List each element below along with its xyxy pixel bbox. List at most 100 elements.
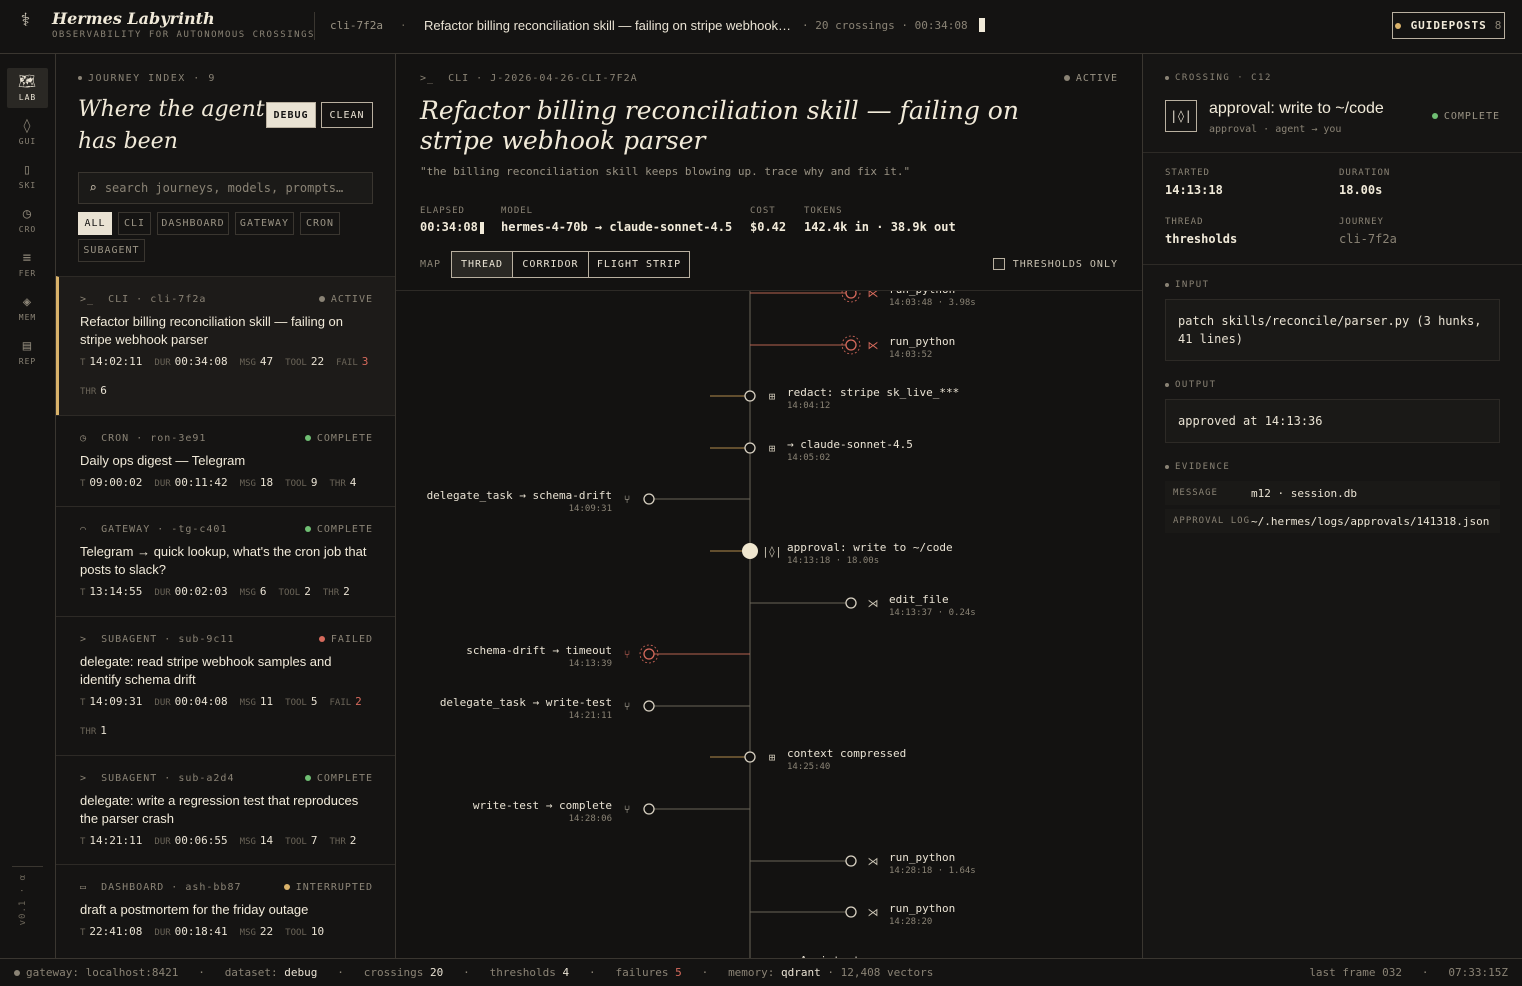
rail-item-lab[interactable]: 🗺︎ LAB: [7, 68, 48, 108]
subagent-icon: >: [80, 773, 88, 784]
output-box: approved at 14:13:36: [1165, 399, 1500, 443]
journey-card[interactable]: > SUBAGENT · sub-a2d4 COMPLETE delegate:…: [56, 755, 395, 864]
thresholds-only-toggle[interactable]: THRESHOLDS ONLY: [992, 258, 1118, 270]
rail-item-rep[interactable]: ▤ REP: [7, 332, 48, 372]
rail-item-fer[interactable]: ≡ FER: [7, 244, 48, 284]
node-icon: ⋉: [868, 339, 879, 352]
tab-thread[interactable]: THREAD: [451, 251, 513, 278]
node-label: redact: stripe sk_live_***: [787, 386, 959, 399]
filter-subagent[interactable]: SUBAGENT: [78, 239, 145, 262]
filter-dashboard[interactable]: DASHBOARD: [157, 212, 229, 235]
filter-cli[interactable]: CLI: [118, 212, 151, 235]
node-meta: 14:09:31: [569, 504, 612, 514]
mode-debug-button[interactable]: DEBUG: [266, 102, 316, 128]
timeline-node: [845, 906, 857, 918]
footer-gateway: gateway: localhost:8421: [26, 966, 179, 979]
clock-icon: ◷: [80, 433, 88, 444]
timeline-node: [643, 493, 655, 505]
book-icon: ▯: [22, 162, 33, 178]
rail-item-gui[interactable]: ◊ GUI: [7, 112, 48, 152]
status-badge: ACTIVE: [318, 294, 373, 305]
tab-corridor[interactable]: CORRIDOR: [512, 251, 589, 278]
journey-card[interactable]: ◷ CRON · ron-3e91 COMPLETE Daily ops dig…: [56, 415, 395, 506]
breadcrumb: >_ CLI · J-2026-04-26-CLI-7F2A: [420, 73, 638, 84]
divider: [1143, 264, 1522, 265]
map-icon: 🗺︎: [18, 74, 37, 90]
approval-icon: |◊|: [1165, 100, 1197, 132]
node-label: delegate_task → schema-drift: [427, 489, 612, 502]
checkbox[interactable]: [992, 258, 1005, 270]
rail-item-ski[interactable]: ▯ SKI: [7, 156, 48, 196]
node-label: edit_file: [889, 593, 949, 606]
app-subtitle: OBSERVABILITY FOR AUTONOMOUS CROSSINGS: [52, 30, 315, 40]
node-label: run_python: [889, 291, 955, 296]
gateway-icon: ⌒: [80, 524, 88, 535]
input-box: patch skills/reconcile/parser.py (3 hunk…: [1165, 299, 1500, 361]
evidence-row[interactable]: APPROVAL LOG ~/.hermes/logs/approvals/141…: [1165, 509, 1500, 533]
journey-metrics: T 22:41:08 DUR 00:18:41 MSG 22 TOOL 10: [80, 925, 325, 938]
journey-metrics: T 13:14:55 DUR 00:02:03 MSG 6 TOOL 2 THR 2: [80, 585, 350, 598]
node-label: run_python: [889, 902, 955, 915]
subagent-icon: >: [80, 634, 88, 645]
node-icon: ⋊: [868, 906, 879, 919]
search-placeholder: search journeys, models, prompts…: [104, 181, 344, 195]
journey-card[interactable]: ▭ DASHBOARD · ash-bb87 INTERRUPTED draft…: [56, 864, 395, 958]
status-badge: COMPLETE: [304, 773, 373, 784]
terminal-icon: >_: [420, 73, 435, 84]
node-meta: 14:13:39: [569, 659, 612, 669]
filter-gateway[interactable]: GATEWAY: [235, 212, 294, 235]
journey-card[interactable]: > SUBAGENT · sub-9c11 FAILED delegate: r…: [56, 616, 395, 755]
journey-index-header: JOURNEY INDEX · 9: [78, 73, 216, 84]
node-icon: ⋊: [868, 597, 879, 610]
stat-tokens: TOKENS 142.4k in · 38.9k out: [804, 206, 956, 234]
tab-flight-strip[interactable]: FLIGHT STRIP: [588, 251, 690, 278]
node-meta: 14:28:18 · 1.64s: [889, 866, 976, 876]
journey-detail-main: >_ CLI · J-2026-04-26-CLI-7F2A ACTIVE Re…: [396, 54, 1143, 958]
search-input[interactable]: ⌕ search journeys, models, prompts…: [78, 172, 373, 204]
document-icon: ▤: [22, 338, 33, 354]
node-label: delegate_task → write-test: [440, 696, 612, 709]
node-meta: 14:28:20: [889, 917, 932, 927]
journey-card[interactable]: ⌒ GATEWAY · -tg-c401 COMPLETE Telegram →…: [56, 506, 395, 616]
filter-all[interactable]: ALL: [78, 212, 112, 235]
divider: [12, 866, 43, 867]
nav-rail: 🗺︎ LAB ◊ GUI ▯ SKI ◷ CRO ≡ FER ◈ MEM ▤ REP v0.1…: [0, 54, 56, 958]
footer-memory: memory: qdrant · 12,408 vectors: [728, 966, 934, 979]
rail-item-cro[interactable]: ◷ CRO: [7, 200, 48, 240]
crossing-detail-panel: CROSSING · C12 |◊| approval: write to ~/…: [1143, 54, 1522, 958]
journey-title: delegate: write a regression test that r…: [80, 793, 359, 826]
status-badge: COMPLETE: [304, 433, 373, 444]
header-journey-title[interactable]: Refactor billing reconciliation skill — …: [424, 18, 791, 33]
mode-clean-button[interactable]: CLEAN: [321, 102, 373, 128]
input-label: INPUT: [1165, 280, 1210, 290]
node-label: → claude-sonnet-4.5: [787, 438, 913, 451]
journey-metrics: T 14:21:11 DUR 00:06:55 MSG 14 TOOL 7 THR 2: [80, 834, 357, 847]
header-journey-id[interactable]: cli-7f2a: [330, 19, 383, 32]
layers-icon: ◈: [22, 294, 33, 310]
header-stats: · 20 crossings · 00:34:08: [802, 19, 968, 32]
node-meta: 14:03:52: [889, 350, 932, 360]
node-meta: 14:25:40: [787, 762, 830, 772]
crossing-subtitle: approval · agent → you: [1209, 124, 1342, 135]
divider: [1143, 152, 1522, 153]
clock-icon: ◷: [22, 206, 33, 222]
node-label: write-test → complete: [473, 799, 612, 812]
evidence-row[interactable]: MESSAGE m12 · session.db: [1165, 481, 1500, 505]
filter-cron[interactable]: CRON: [300, 212, 340, 235]
terminal-icon: >_: [80, 294, 95, 305]
fail-node: [845, 339, 857, 351]
guideposts-button[interactable]: GUIDEPOSTS 8: [1392, 12, 1505, 39]
journey-card[interactable]: >_ CLI · cli-7f2a ACTIVE Refactor billin…: [56, 276, 395, 415]
node-icon: ⊞: [769, 442, 776, 455]
field-journey[interactable]: JOURNEY cli-7f2a: [1339, 217, 1397, 246]
node-icon: |◊|: [762, 545, 782, 558]
footer-thresholds: thresholds 4: [489, 966, 570, 979]
journey-metrics: T 14:02:11 DUR 00:34:08 MSG 47 TOOL 22 FAIL 3…: [80, 355, 369, 397]
node-meta: 14:04:12: [787, 401, 830, 411]
output-label: OUTPUT: [1165, 380, 1217, 390]
rail-item-mem[interactable]: ◈ MEM: [7, 288, 48, 328]
node-label: context compressed: [787, 747, 906, 760]
search-icon: ⌕: [89, 180, 97, 196]
version-label: v0.1 · α: [18, 874, 28, 926]
status-bar: gateway: localhost:8421 · dataset: debug…: [0, 958, 1522, 986]
